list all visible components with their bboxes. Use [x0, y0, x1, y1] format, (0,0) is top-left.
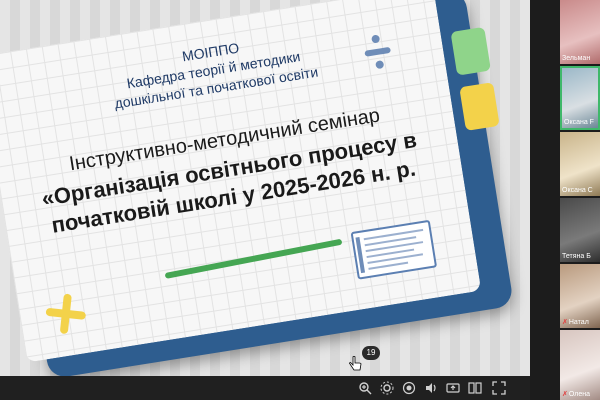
presentation-slide: МОІППО Кафедра теорії й методики дошкіль… — [0, 0, 515, 380]
fullscreen-icon[interactable] — [492, 381, 506, 395]
shared-screen: МОІППО Кафедра теорії й методики дошкіль… — [0, 0, 530, 400]
participant-tile[interactable]: ✗Натал — [560, 264, 600, 328]
participant-tile[interactable]: Зельман — [560, 0, 600, 64]
mic-muted-icon: ✗ — [562, 391, 568, 398]
participant-name-row: ✗Олена — [562, 390, 590, 398]
plus-icon — [44, 292, 88, 336]
participant-name: Зельман — [562, 55, 591, 62]
share-icon[interactable] — [446, 381, 460, 395]
document-thumbnail-icon — [350, 219, 438, 280]
participant-tile-active[interactable]: Оксана F — [560, 66, 600, 130]
divide-icon — [360, 32, 395, 72]
participant-tile[interactable]: Оксана С — [560, 132, 600, 196]
audio-icon[interactable] — [424, 381, 438, 395]
slide-tab-green — [450, 26, 491, 76]
record-icon[interactable] — [402, 381, 416, 395]
participant-name: Олена — [568, 391, 590, 398]
participant-name: Оксана С — [562, 187, 593, 194]
slide-tab-yellow — [459, 82, 500, 131]
participant-tile[interactable]: ✗Олена — [560, 330, 600, 400]
layout-icon[interactable] — [468, 381, 482, 395]
participant-name: Тетяна Б — [562, 253, 591, 260]
zoom-in-icon[interactable] — [358, 381, 372, 395]
hand-cursor-icon — [349, 356, 362, 371]
mic-muted-icon: ✗ — [562, 319, 568, 326]
participant-name: Натал — [568, 319, 589, 326]
participant-tile[interactable]: Тетяна Б — [560, 198, 600, 262]
settings-icon[interactable] — [380, 381, 394, 395]
page-number-badge: 19 — [362, 346, 380, 360]
green-underline-stroke — [164, 238, 343, 279]
participant-name-row: ✗Натал — [562, 318, 589, 326]
participants-sidebar: Зельман Оксана F Оксана С Тетяна Б ✗Ната… — [560, 0, 600, 400]
viewer-toolbar — [0, 376, 530, 400]
participant-name: Оксана F — [564, 119, 594, 126]
